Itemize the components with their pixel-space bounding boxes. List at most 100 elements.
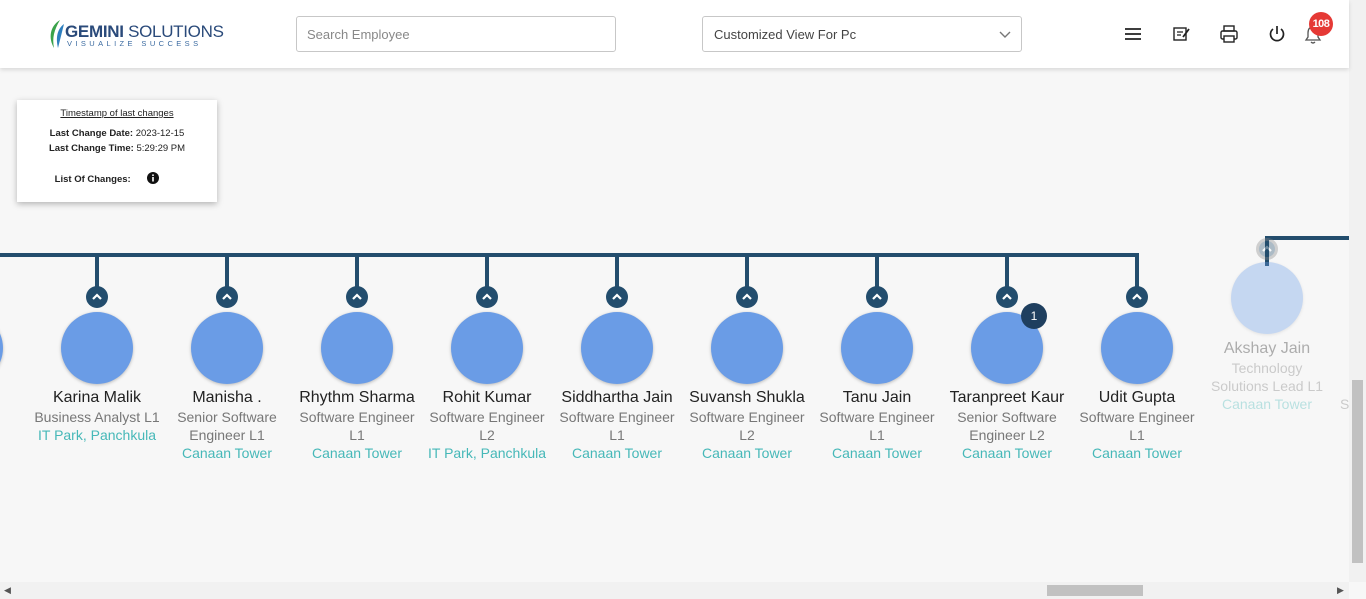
employee-info: Udit Gupta Software Engineer L1 Canaan T… (1072, 388, 1202, 462)
edit-note-icon[interactable] (1171, 24, 1191, 44)
employee-location: Canaan Tower (181, 445, 273, 461)
info-icon[interactable] (147, 172, 160, 184)
chevron-up-icon (742, 293, 752, 300)
employee-role: Software Engineer L1 (559, 409, 675, 443)
employee-name[interactable]: Rohit Kumar (422, 388, 552, 408)
employee-role: Software Engineer L1 (299, 409, 415, 443)
employee-role: Technology Solutions Lead L1 (1210, 360, 1324, 394)
employee-avatar[interactable] (1101, 312, 1173, 384)
list-of-changes: List Of Changes: (7, 172, 207, 185)
employee-location: Canaan Tower (311, 445, 403, 461)
employee-role: Senior Software Engineer L2 (957, 409, 1057, 443)
connector-line (0, 253, 1139, 257)
collapse-toggle[interactable] (86, 286, 108, 308)
chevron-up-icon (482, 293, 492, 300)
chevron-up-icon (1132, 293, 1142, 300)
last-change-time: Last Change Time: 5:29:29 PM (48, 143, 186, 154)
employee-avatar[interactable] (0, 312, 3, 384)
employee-info: Karina Malik Business Analyst L1 IT Park… (32, 388, 162, 444)
scroll-left-arrow-icon[interactable]: ◀ (4, 585, 11, 596)
employee-name[interactable]: Suvansh Shukla (682, 388, 812, 408)
last-change-date: Last Change Date: 2023-12-15 (49, 128, 185, 139)
vertical-scroll-thumb[interactable] (1352, 380, 1363, 563)
collapse-toggle[interactable] (476, 286, 498, 308)
employee-avatar[interactable] (581, 312, 653, 384)
collapse-toggle[interactable] (866, 286, 888, 308)
view-select-value: Customized View For Pc (714, 27, 857, 42)
chevron-up-icon (92, 293, 102, 300)
employee-location: Canaan Tower (701, 445, 793, 461)
power-icon[interactable] (1267, 24, 1287, 44)
employee-info: Rohit Kumar Software Engineer L2 IT Park… (422, 388, 552, 462)
app-header: GEMINI SOLUTIONS VISUALIZE SUCCESS Custo… (0, 0, 1349, 68)
employee-name[interactable]: Udit Gupta (1072, 388, 1202, 408)
employee-location: er (0, 444, 32, 462)
chevron-up-icon (352, 293, 362, 300)
employee-info: Taranpreet Kaur Senior Software Engineer… (942, 388, 1072, 462)
employee-location: IT Park, Panchkula (427, 445, 547, 461)
employee-location: Canaan Tower (1221, 396, 1313, 412)
connector-line (1265, 236, 1349, 240)
brand-tagline: VISUALIZE SUCCESS (67, 39, 202, 48)
chevron-up-icon (222, 293, 232, 300)
employee-location: Canaan Tower (571, 445, 663, 461)
employee-name[interactable]: an (0, 388, 32, 408)
chevron-up-icon (872, 293, 882, 300)
report-count-badge: 1 (1021, 303, 1047, 329)
employee-role: Business Analyst L1 (34, 409, 160, 425)
employee-avatar[interactable] (711, 312, 783, 384)
employee-info: Manisha . Senior Software Engineer L1 Ca… (162, 388, 292, 462)
employee-role: Software Engineer L1 (819, 409, 935, 443)
employee-info: Siddhartha Jain Software Engineer L1 Can… (552, 388, 682, 462)
employee-info: Rhythm Sharma Software Engineer L1 Canaa… (292, 388, 422, 462)
collapse-toggle[interactable] (1256, 238, 1278, 260)
collapse-toggle[interactable] (996, 286, 1018, 308)
org-chart-canvas[interactable]: an are 1 er Karina Malik Business Analys… (0, 0, 1349, 582)
employee-name[interactable]: Akshay Jain (1202, 339, 1332, 359)
employee-info: an are 1 er (0, 388, 32, 462)
print-icon[interactable] (1219, 24, 1239, 44)
view-select-dropdown[interactable]: Customized View For Pc (702, 16, 1022, 52)
employee-avatar[interactable] (451, 312, 523, 384)
collapse-toggle[interactable] (736, 286, 758, 308)
employee-info: Akshay Jain Technology Solutions Lead L1… (1202, 339, 1332, 413)
collapse-toggle[interactable] (346, 286, 368, 308)
employee-avatar[interactable] (61, 312, 133, 384)
employee-name[interactable]: Taranpreet Kaur (942, 388, 1072, 408)
employee-name[interactable]: Manisha . (162, 388, 292, 408)
employee-info: Suvansh Shukla Software Engineer L2 Cana… (682, 388, 812, 462)
partial-role-text: S (1340, 396, 1349, 412)
employee-role: Software Engineer L2 (689, 409, 805, 443)
employee-name[interactable]: Rhythm Sharma (292, 388, 422, 408)
employee-role: Software Engineer L2 (429, 409, 545, 443)
chevron-up-icon (1262, 245, 1272, 252)
last-changes-card: Timestamp of last changes Last Change Da… (17, 100, 217, 202)
vertical-scrollbar[interactable] (1349, 0, 1366, 582)
employee-location: Canaan Tower (961, 445, 1053, 461)
logo-leaf-icon (50, 20, 64, 48)
chevron-down-icon (999, 31, 1011, 38)
employee-name[interactable]: Siddhartha Jain (552, 388, 682, 408)
notification-badge: 108 (1309, 12, 1333, 36)
employee-location: Canaan Tower (831, 445, 923, 461)
horizontal-scroll-thumb[interactable] (1047, 585, 1143, 596)
employee-avatar[interactable] (1231, 262, 1303, 334)
employee-info: Tanu Jain Software Engineer L1 Canaan To… (812, 388, 942, 462)
employee-name[interactable]: Karina Malik (32, 388, 162, 408)
collapse-toggle[interactable] (606, 286, 628, 308)
search-employee-input[interactable] (296, 16, 616, 52)
horizontal-scrollbar[interactable]: ◀ ▶ (0, 582, 1349, 599)
employee-role: Software Engineer L1 (1079, 409, 1195, 443)
employee-avatar[interactable] (191, 312, 263, 384)
collapse-toggle[interactable] (216, 286, 238, 308)
menu-icon[interactable] (1123, 24, 1143, 44)
employee-avatar[interactable] (321, 312, 393, 384)
collapse-toggle[interactable] (1126, 286, 1148, 308)
employee-role: are 1 (0, 408, 32, 444)
employee-avatar[interactable] (841, 312, 913, 384)
company-logo[interactable]: GEMINI SOLUTIONS VISUALIZE SUCCESS (46, 18, 224, 50)
employee-name[interactable]: Tanu Jain (812, 388, 942, 408)
employee-role: Senior Software Engineer L1 (177, 409, 277, 443)
employee-location: Canaan Tower (1091, 445, 1183, 461)
scroll-right-arrow-icon[interactable]: ▶ (1337, 585, 1344, 596)
